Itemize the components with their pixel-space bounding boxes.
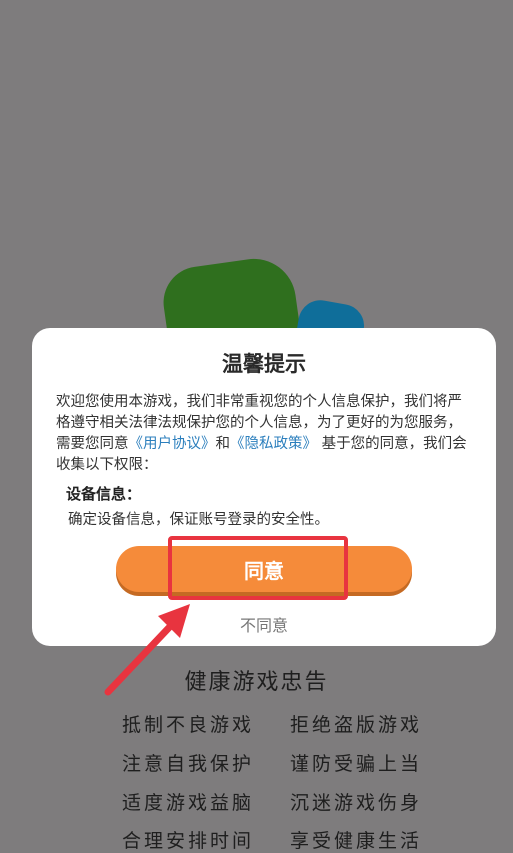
advice-right: 谨防受骗上当	[289, 753, 422, 775]
dialog-title: 温馨提示	[222, 352, 306, 376]
health-advice-title: 健康游戏忠告	[184, 670, 329, 695]
health-advice-line: 适度游戏益脑 沉迷游戏伤身	[122, 788, 422, 815]
user-agreement-link[interactable]: 《用户协议》	[129, 436, 216, 452]
advice-left: 适度游戏益脑	[122, 792, 255, 814]
highlight-box	[168, 536, 348, 600]
advice-left: 抵制不良游戏	[122, 714, 255, 736]
device-info-heading: 设备信息：	[66, 485, 142, 503]
advice-right: 沉迷游戏伤身	[289, 792, 422, 814]
and-text: 和	[215, 436, 231, 452]
device-info-text: 确定设备信息，保证账号登录的安全性。	[68, 512, 329, 528]
health-advice-line: 抵制不良游戏 拒绝盗版游戏	[122, 710, 422, 737]
advice-right: 拒绝盗版游戏	[289, 714, 422, 736]
advice-left: 注意自我保护	[122, 753, 255, 775]
health-advice-line: 注意自我保护 谨防受骗上当	[122, 749, 422, 776]
privacy-policy-link[interactable]: 《隐私政策》	[230, 436, 317, 452]
health-advice-line: 合理安排时间 享受健康生活	[122, 826, 422, 853]
advice-right: 享受健康生活	[289, 830, 422, 852]
dialog-body-text: 欢迎您使用本游戏，我们非常重视您的个人信息保护，我们将严格遵守相关法律法规保护您…	[56, 392, 476, 476]
advice-left: 合理安排时间	[122, 830, 255, 852]
